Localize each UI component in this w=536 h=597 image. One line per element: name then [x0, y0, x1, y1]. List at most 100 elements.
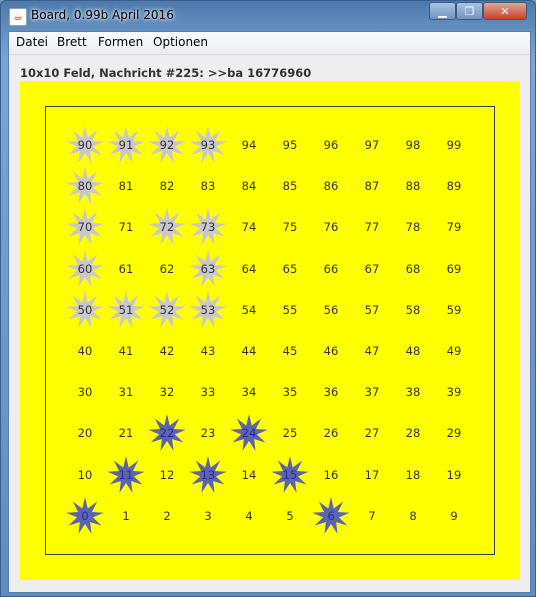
board-cell[interactable]: 42 — [147, 331, 187, 371]
board-cell[interactable]: 93 — [188, 125, 228, 165]
close-button[interactable]: ✕ — [483, 2, 527, 20]
board-cell[interactable]: 60 — [65, 249, 105, 289]
board-cell[interactable]: 0 — [65, 496, 105, 536]
board-cell[interactable]: 4 — [229, 496, 269, 536]
board-cell[interactable]: 54 — [229, 290, 269, 330]
board-cell[interactable]: 64 — [229, 249, 269, 289]
board-cell[interactable]: 36 — [311, 372, 351, 412]
menu-optionen[interactable]: Optionen — [151, 35, 210, 49]
board-cell[interactable]: 16 — [311, 455, 351, 495]
board-cell[interactable]: 2 — [147, 496, 187, 536]
board-cell[interactable]: 44 — [229, 331, 269, 371]
board-cell[interactable]: 20 — [65, 413, 105, 453]
board-cell[interactable]: 57 — [352, 290, 392, 330]
menu-datei[interactable]: Datei — [14, 35, 50, 49]
board-cell[interactable]: 49 — [434, 331, 474, 371]
board-cell[interactable]: 83 — [188, 166, 228, 206]
board-cell[interactable]: 67 — [352, 249, 392, 289]
board-cell[interactable]: 22 — [147, 413, 187, 453]
board-cell[interactable]: 55 — [270, 290, 310, 330]
board-cell[interactable]: 25 — [270, 413, 310, 453]
board-cell[interactable]: 68 — [393, 249, 433, 289]
board-cell[interactable]: 80 — [65, 166, 105, 206]
board-cell[interactable]: 59 — [434, 290, 474, 330]
board-cell[interactable]: 82 — [147, 166, 187, 206]
board-cell[interactable]: 86 — [311, 166, 351, 206]
board-cell[interactable]: 61 — [106, 249, 146, 289]
board-cell[interactable]: 5 — [270, 496, 310, 536]
board-cell[interactable]: 14 — [229, 455, 269, 495]
board-cell[interactable]: 26 — [311, 413, 351, 453]
board-cell[interactable]: 18 — [393, 455, 433, 495]
board-cell[interactable]: 27 — [352, 413, 392, 453]
board-cell[interactable]: 1 — [106, 496, 146, 536]
board-cell[interactable]: 88 — [393, 166, 433, 206]
board-cell[interactable]: 3 — [188, 496, 228, 536]
board-cell[interactable]: 94 — [229, 125, 269, 165]
board-cell[interactable]: 40 — [65, 331, 105, 371]
board-cell[interactable]: 8 — [393, 496, 433, 536]
board-cell[interactable]: 52 — [147, 290, 187, 330]
menu-formen[interactable]: Formen — [96, 35, 145, 49]
board-cell[interactable]: 53 — [188, 290, 228, 330]
board-cell[interactable]: 70 — [65, 207, 105, 247]
board-cell[interactable]: 10 — [65, 455, 105, 495]
board-cell[interactable]: 85 — [270, 166, 310, 206]
board-cell[interactable]: 31 — [106, 372, 146, 412]
board-cell[interactable]: 24 — [229, 413, 269, 453]
board-cell[interactable]: 12 — [147, 455, 187, 495]
board-cell[interactable]: 48 — [393, 331, 433, 371]
board-cell[interactable]: 90 — [65, 125, 105, 165]
board-cell[interactable]: 32 — [147, 372, 187, 412]
board-cell[interactable]: 98 — [393, 125, 433, 165]
board-cell[interactable]: 21 — [106, 413, 146, 453]
board-cell[interactable]: 77 — [352, 207, 392, 247]
board-cell[interactable]: 19 — [434, 455, 474, 495]
board-cell[interactable]: 39 — [434, 372, 474, 412]
board-cell[interactable]: 78 — [393, 207, 433, 247]
board-cell[interactable]: 15 — [270, 455, 310, 495]
board-cell[interactable]: 35 — [270, 372, 310, 412]
board-cell[interactable]: 9 — [434, 496, 474, 536]
board-cell[interactable]: 87 — [352, 166, 392, 206]
game-board[interactable]: 90 91 92 93 94 95 96 97 98 99 80 81 82 83 84 85 86 87 88 89… — [20, 81, 520, 580]
board-cell[interactable]: 69 — [434, 249, 474, 289]
board-cell[interactable]: 11 — [106, 455, 146, 495]
title-bar[interactable]: ☕ Board, 0.99b April 2016 ▁ ❐ ✕ — [1, 1, 535, 31]
board-cell[interactable]: 13 — [188, 455, 228, 495]
board-cell[interactable]: 76 — [311, 207, 351, 247]
board-cell[interactable]: 6 — [311, 496, 351, 536]
board-cell[interactable]: 51 — [106, 290, 146, 330]
board-cell[interactable]: 65 — [270, 249, 310, 289]
board-cell[interactable]: 92 — [147, 125, 187, 165]
board-cell[interactable]: 7 — [352, 496, 392, 536]
board-cell[interactable]: 71 — [106, 207, 146, 247]
board-cell[interactable]: 47 — [352, 331, 392, 371]
board-cell[interactable]: 43 — [188, 331, 228, 371]
board-cell[interactable]: 50 — [65, 290, 105, 330]
board-cell[interactable]: 99 — [434, 125, 474, 165]
board-cell[interactable]: 58 — [393, 290, 433, 330]
board-cell[interactable]: 66 — [311, 249, 351, 289]
board-cell[interactable]: 23 — [188, 413, 228, 453]
board-cell[interactable]: 33 — [188, 372, 228, 412]
board-cell[interactable]: 97 — [352, 125, 392, 165]
board-cell[interactable]: 41 — [106, 331, 146, 371]
board-cell[interactable]: 95 — [270, 125, 310, 165]
maximize-button[interactable]: ❐ — [456, 2, 483, 20]
board-cell[interactable]: 84 — [229, 166, 269, 206]
board-cell[interactable]: 37 — [352, 372, 392, 412]
board-cell[interactable]: 89 — [434, 166, 474, 206]
board-cell[interactable]: 46 — [311, 331, 351, 371]
board-cell[interactable]: 34 — [229, 372, 269, 412]
board-cell[interactable]: 56 — [311, 290, 351, 330]
board-cell[interactable]: 74 — [229, 207, 269, 247]
board-cell[interactable]: 91 — [106, 125, 146, 165]
board-cell[interactable]: 79 — [434, 207, 474, 247]
board-cell[interactable]: 72 — [147, 207, 187, 247]
board-cell[interactable]: 63 — [188, 249, 228, 289]
board-cell[interactable]: 17 — [352, 455, 392, 495]
board-cell[interactable]: 28 — [393, 413, 433, 453]
board-cell[interactable]: 75 — [270, 207, 310, 247]
board-cell[interactable]: 45 — [270, 331, 310, 371]
